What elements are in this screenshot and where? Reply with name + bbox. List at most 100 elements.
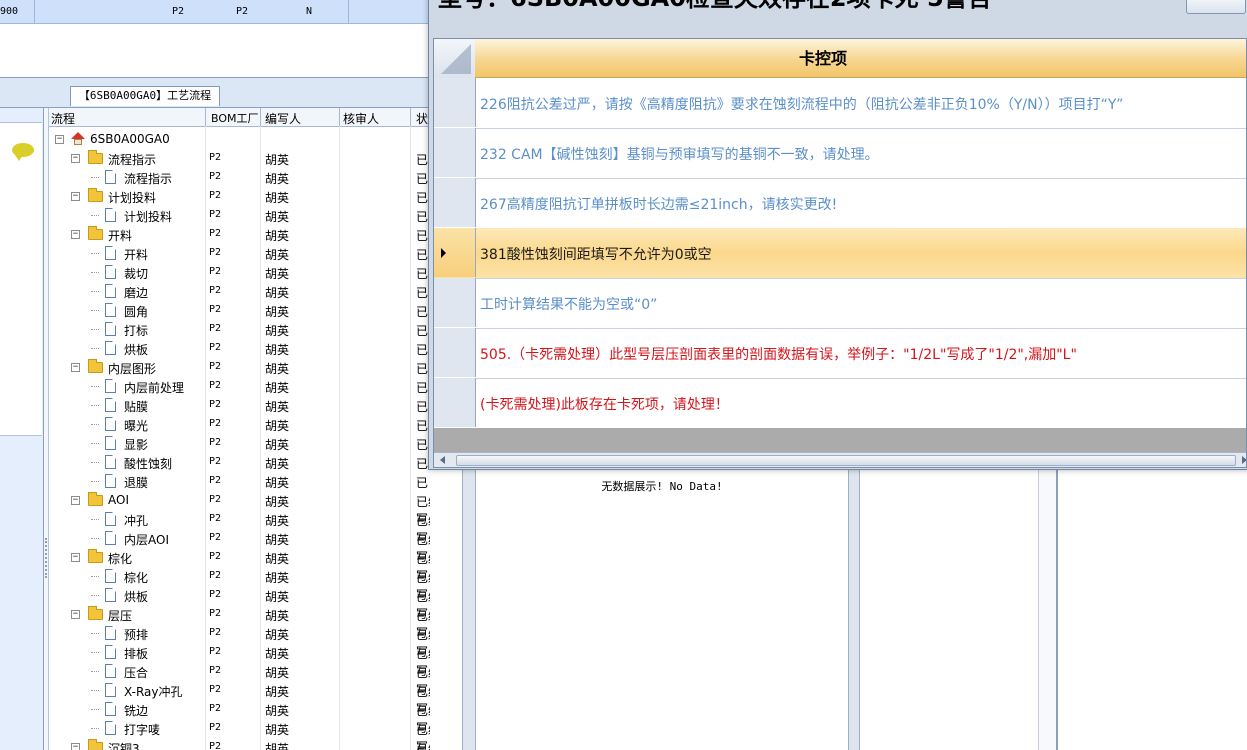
header-flow[interactable]: 流程 (51, 110, 75, 127)
tree-row[interactable]: 压合P2胡英已编写 (49, 662, 430, 697)
collapse-toggle-icon[interactable]: − (71, 496, 80, 505)
control-item-row[interactable]: (卡死需处理)此板存在卡死项，请处理！ (434, 378, 1246, 429)
control-item-row[interactable]: 226阻抗公差过严，请按《高精度阻抗》要求在蚀刻流程中的（阻抗公差非正负10%（… (434, 78, 1246, 129)
tree-connector (91, 462, 99, 463)
current-row-indicator-icon[interactable] (434, 228, 476, 277)
collapse-toggle-icon[interactable]: − (71, 154, 80, 163)
control-item-row[interactable]: 工时计算结果不能为空或“0” (434, 278, 1246, 329)
tree-node-label: 层压 (108, 609, 133, 623)
tree-row[interactable]: 铣边P2胡英已编写 (49, 700, 430, 735)
control-item-row[interactable]: 267高精度阻抗订单拼板时长边需≤21inch，请核实更改! (434, 178, 1246, 229)
tree-row[interactable]: 烘板P2胡英已编写 (49, 586, 430, 621)
tree-row[interactable]: − 6SB0A00GA0 (49, 130, 430, 149)
tree-row[interactable]: 内层前处理 P2 胡英 已 (49, 377, 430, 396)
tree-connector (91, 253, 99, 254)
row-selector[interactable] (434, 178, 476, 227)
tree-row[interactable]: 流程指示 P2 胡英 已 (49, 168, 430, 187)
tree-row[interactable]: 显影 P2 胡英 已 (49, 434, 430, 453)
bom-factory-cell: P2 (209, 494, 222, 505)
tree-node-label: 磨边 (124, 286, 149, 300)
tree-row[interactable]: −层压P2胡英已编写 (49, 605, 430, 640)
collapse-toggle-icon[interactable]: − (71, 230, 80, 239)
chat-bubble-icon[interactable] (12, 143, 34, 161)
scrollbar-thumb[interactable] (456, 455, 1236, 466)
collapse-toggle-icon[interactable]: − (55, 135, 64, 144)
tree-row[interactable]: 退膜 P2 胡英 已 (49, 472, 430, 491)
tree-row[interactable]: − 计划投料 P2 胡英 已 (49, 187, 430, 206)
tree-row[interactable]: 酸性蚀刻 P2 胡英 已 (49, 453, 430, 472)
tree-row[interactable]: 曝光 P2 胡英 已 (49, 415, 430, 434)
status-cell: 已 (416, 191, 429, 205)
collapse-toggle-icon[interactable]: − (71, 553, 80, 562)
column-header-control-item[interactable]: 卡控项 (475, 39, 1246, 78)
dialog-close-button[interactable] (1186, 0, 1246, 14)
collapse-toggle-icon[interactable]: − (71, 192, 80, 201)
header-writer[interactable]: 编写人 (265, 110, 301, 127)
tree-row[interactable]: 贴膜 P2 胡英 已 (49, 396, 430, 415)
tree-row[interactable]: − 内层图形 P2 胡英 已 (49, 358, 430, 377)
lower-splitter-middle[interactable] (848, 470, 860, 750)
tab-process-flow[interactable]: 【6SB0A00GA0】工艺流程 (70, 86, 220, 106)
bom-factory-cell: P2 (209, 304, 222, 315)
collapse-toggle-icon[interactable]: − (71, 610, 80, 619)
row-selector[interactable] (434, 78, 476, 127)
tree-node-label: AOI (108, 493, 129, 507)
row-selector[interactable] (434, 328, 476, 377)
tree-row[interactable]: − 流程指示 P2 胡英 已 (49, 149, 430, 168)
tree-row[interactable]: 裁切 P2 胡英 已 (49, 263, 430, 282)
control-item-row[interactable]: 381酸性蚀刻间距填写不允许为0或空 (434, 228, 1246, 279)
tree-row[interactable]: 棕化P2胡英已编写 (49, 567, 430, 602)
tree-row[interactable]: 预排P2胡英已编写 (49, 624, 430, 659)
control-item-row[interactable]: 232 CAM【碱性蚀刻】基铜与预审填写的基铜不一致，请处理。 (434, 128, 1246, 179)
column-separator[interactable] (410, 108, 411, 126)
document-icon (105, 208, 116, 222)
bom-factory-cell: P2 (209, 684, 222, 695)
scroll-left-icon[interactable] (440, 456, 445, 464)
tree-node-label: 显影 (124, 438, 149, 452)
select-all-corner[interactable] (434, 39, 476, 79)
horizontal-scrollbar[interactable] (434, 452, 1246, 467)
tree-row[interactable]: − 沉铜3 P2 胡英 已编写 (49, 738, 430, 750)
status-cell: 已 (416, 419, 429, 433)
header-reviewer[interactable]: 核审人 (343, 110, 379, 127)
row-selector[interactable] (434, 128, 476, 177)
tree-row[interactable]: −AOIP2胡英已编写 (49, 491, 430, 526)
header-bom[interactable]: BOM工厂 (211, 110, 259, 126)
writer-cell: 胡英 (265, 362, 290, 376)
tree-row[interactable]: X-Ray冲孔P2胡英已编写 (49, 681, 430, 716)
column-separator[interactable] (260, 108, 261, 126)
tree-node-label: 排板 (124, 647, 149, 661)
tree-row[interactable]: −棕化P2胡英已编写 (49, 548, 430, 583)
tree-connector (91, 424, 99, 425)
column-separator[interactable] (205, 108, 206, 126)
tree-connector (91, 671, 99, 672)
tree-row[interactable]: 圆角 P2 胡英 已 (49, 301, 430, 320)
control-item-row[interactable]: 505.（卡死需处理）此型号层压剖面表里的剖面数据有误，举例子："1/2L"写成… (434, 328, 1246, 379)
collapse-toggle-icon[interactable]: − (71, 363, 80, 372)
tree-node-label: 烘板 (124, 343, 149, 357)
writer-cell: 胡英 (265, 495, 290, 509)
bom-factory-cell: P2 (209, 437, 222, 448)
tree-row[interactable]: 计划投料 P2 胡英 已 (49, 206, 430, 225)
tree-row[interactable]: 打字唛P2胡英已编写 (49, 719, 430, 750)
tree-row[interactable]: 磨边 P2 胡英 已 (49, 282, 430, 301)
document-icon (105, 284, 116, 298)
tree-node-label: 流程指示 (108, 153, 157, 167)
row-selector[interactable] (434, 278, 476, 327)
collapse-toggle-icon[interactable]: − (71, 743, 80, 750)
lower-splitter-right[interactable] (1038, 470, 1058, 750)
upper-grid-row[interactable]: 900 P2 P2 N (0, 0, 430, 24)
tree-row[interactable]: 烘板 P2 胡英 已 (49, 339, 430, 358)
tree-row[interactable]: 冲孔P2胡英已编写 (49, 510, 430, 545)
tree-row[interactable]: 内层AOIP2胡英已编写 (49, 529, 430, 564)
header-status[interactable]: 状 (416, 110, 428, 127)
row-selector[interactable] (434, 378, 476, 427)
tree-row[interactable]: − 开料 P2 胡英 已 (49, 225, 430, 244)
tree-row[interactable]: 打标 P2 胡英 已 (49, 320, 430, 339)
scroll-right-icon[interactable] (1242, 456, 1246, 464)
tree-row[interactable]: 排板P2胡英已编写 (49, 643, 430, 678)
column-separator[interactable] (339, 108, 340, 126)
tree-node-label: 开料 (124, 248, 149, 262)
tree-row[interactable]: 开料 P2 胡英 已 (49, 244, 430, 263)
lower-splitter-left[interactable] (462, 470, 476, 750)
